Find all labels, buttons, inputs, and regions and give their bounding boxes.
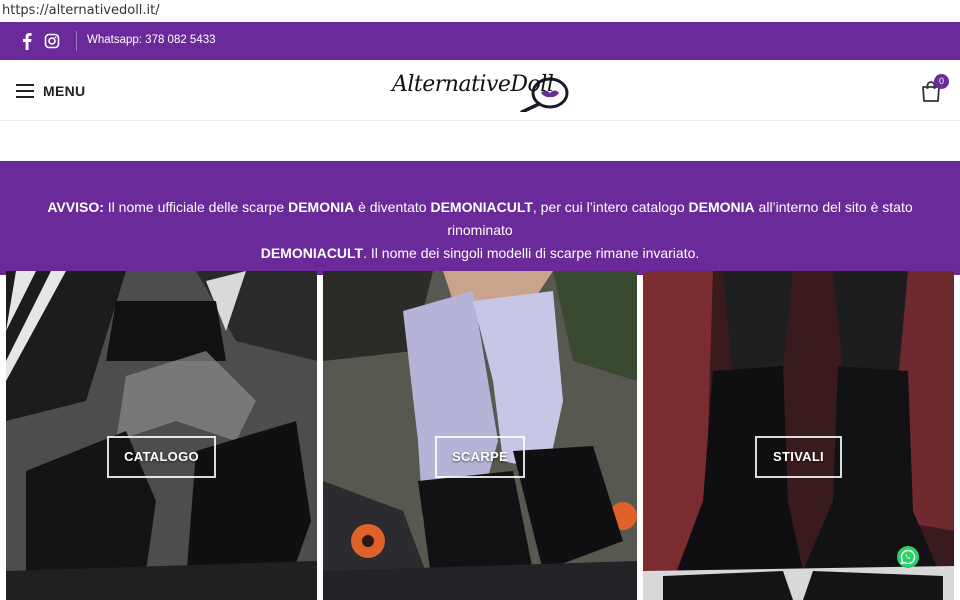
topbar-divider [76,31,77,51]
tile-label-catalogo: CATALOGO [107,436,216,478]
hamburger-icon [16,84,34,98]
menu-label: MENU [43,83,86,99]
whatsapp-float-button[interactable] [897,546,919,568]
notice-banner: AVVISO: Il nome ufficiale delle scarpe D… [0,161,960,275]
notice-line-1: AVVISO: Il nome ufficiale delle scarpe D… [47,199,913,238]
tile-label-stivali: STIVALI [755,436,842,478]
facebook-icon[interactable] [19,32,35,50]
top-bar: Whatsapp: 378 082 5433 [0,22,960,60]
menu-button[interactable]: MENU [16,80,85,102]
cart-count-badge: 0 [934,74,949,89]
notice-line-2: DEMONIACULT. Il nome dei singoli modelli… [260,245,700,261]
instagram-icon[interactable] [44,32,60,50]
logo-text: AlternativeDoll [392,72,554,97]
whatsapp-contact[interactable]: Whatsapp: 378 082 5433 [87,34,216,46]
site-header: MENU AlternativeDoll 0 [0,60,960,121]
category-tile-catalogo[interactable]: CATALOGO [6,271,317,600]
site-logo[interactable]: AlternativeDoll [390,68,572,112]
browser-url-bar[interactable]: https://alternativedoll.it/ [0,0,960,22]
url-text: https://alternativedoll.it/ [2,3,160,18]
whatsapp-icon [900,549,916,565]
category-tile-scarpe[interactable]: SCARPE [323,271,637,600]
cart-button[interactable]: 0 [918,74,949,106]
tile-label-scarpe: SCARPE [435,436,525,478]
